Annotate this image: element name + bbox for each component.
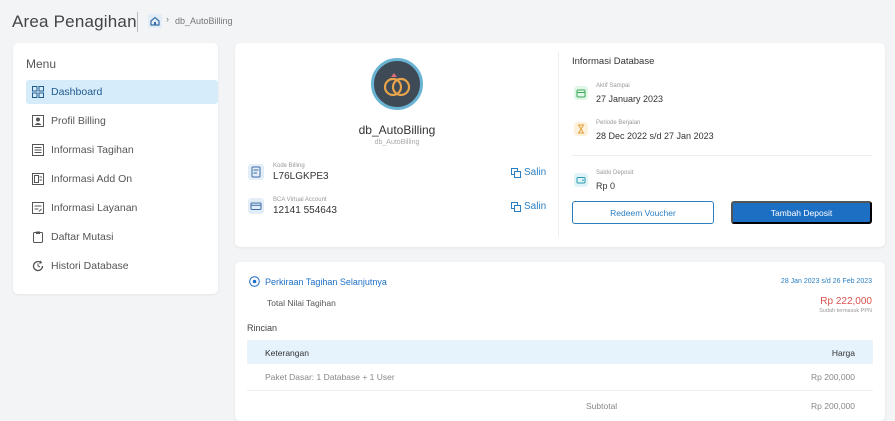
details-label: Rincian bbox=[247, 323, 278, 333]
copy-virtual-account-button[interactable]: Salin bbox=[511, 201, 546, 212]
copy-billing-code-button[interactable]: Salin bbox=[511, 167, 546, 178]
chevron-right-icon: › bbox=[166, 14, 169, 24]
billing-code-label: Kode Billing bbox=[273, 163, 305, 169]
sidebar-item-label: Histori Database bbox=[51, 260, 129, 272]
invoice-icon bbox=[32, 144, 44, 156]
subtotal-value: Rp 200,000 bbox=[811, 401, 855, 411]
sidebar-item-informasi-add-on[interactable]: Informasi Add On bbox=[26, 167, 218, 191]
sidebar-item-label: Dashboard bbox=[51, 86, 103, 98]
active-until-label: Aktif Sampai bbox=[596, 83, 630, 89]
row-description: Paket Dasar: 1 Database + 1 User bbox=[265, 372, 395, 382]
calendar-icon bbox=[574, 86, 588, 100]
add-deposit-button[interactable]: Tambah Deposit bbox=[731, 201, 872, 224]
sidebar-menu: Menu Dashboard Profil Billing Informasi … bbox=[13, 43, 218, 294]
subtotal-label: Subtotal bbox=[586, 401, 618, 411]
period-value: 28 Dec 2022 s/d 27 Jan 2023 bbox=[596, 131, 714, 141]
service-icon bbox=[32, 202, 44, 214]
total-note: Sudah termasuk PPN bbox=[819, 308, 872, 314]
estimate-period: 28 Jan 2023 s/d 26 Feb 2023 bbox=[780, 278, 872, 285]
title-divider bbox=[137, 12, 138, 32]
virtual-account-label: BCA Virtual Account bbox=[273, 197, 327, 203]
virtual-account-icon bbox=[248, 198, 264, 214]
row-divider bbox=[247, 390, 873, 391]
sidebar-item-label: Informasi Layanan bbox=[51, 202, 138, 214]
top-bar: Area Penagihan › db_AutoBilling bbox=[0, 0, 895, 42]
menu-title: Menu bbox=[26, 57, 57, 71]
sidebar-item-histori-database[interactable]: Histori Database bbox=[26, 254, 218, 278]
database-avatar bbox=[371, 58, 423, 110]
total-label: Total Nilai Tagihan bbox=[267, 298, 336, 308]
active-until-value: 27 January 2023 bbox=[596, 94, 664, 104]
redeem-voucher-button[interactable]: Redeem Voucher bbox=[572, 201, 714, 224]
database-info-title: Informasi Database bbox=[572, 56, 655, 67]
deposit-value: Rp 0 bbox=[596, 181, 616, 191]
deposit-label: Saldo Deposit bbox=[596, 170, 634, 176]
sidebar-item-informasi-tagihan[interactable]: Informasi Tagihan bbox=[26, 138, 218, 162]
database-subname: db_AutoBilling bbox=[374, 139, 420, 146]
billing-code-value: L76LGKPE3 bbox=[273, 171, 329, 182]
info-divider bbox=[572, 155, 872, 156]
sidebar-item-profil-billing[interactable]: Profil Billing bbox=[26, 109, 218, 133]
total-value: Rp 222,000 bbox=[820, 296, 872, 307]
copy-label: Salin bbox=[524, 167, 547, 178]
table-header bbox=[247, 340, 873, 364]
row-price: Rp 200,000 bbox=[811, 372, 855, 382]
column-header-description: Keterangan bbox=[265, 348, 309, 358]
copy-icon bbox=[511, 201, 521, 212]
copy-label: Salin bbox=[524, 201, 547, 212]
billing-code-icon bbox=[248, 164, 264, 180]
info-icon bbox=[249, 276, 260, 287]
sidebar-item-label: Informasi Add On bbox=[51, 173, 133, 185]
history-icon bbox=[32, 260, 44, 272]
wallet-icon bbox=[574, 173, 588, 187]
database-name: db_AutoBilling bbox=[358, 123, 436, 137]
sidebar-item-label: Profil Billing bbox=[51, 115, 106, 127]
home-icon[interactable] bbox=[148, 14, 162, 28]
column-divider bbox=[558, 52, 559, 237]
dashboard-icon bbox=[32, 86, 44, 98]
period-label: Periode Berjalan bbox=[596, 120, 641, 126]
rings-icon bbox=[383, 73, 411, 97]
sidebar-item-daftar-mutasi[interactable]: Daftar Mutasi bbox=[26, 225, 218, 249]
sidebar-item-informasi-layanan[interactable]: Informasi Layanan bbox=[26, 196, 218, 220]
virtual-account-value: 12141 554643 bbox=[273, 205, 337, 216]
breadcrumb-current: db_AutoBilling bbox=[175, 16, 233, 26]
estimate-title: Perkiraan Tagihan Selanjutnya bbox=[265, 277, 387, 287]
profile-icon bbox=[32, 115, 44, 127]
clipboard-icon bbox=[33, 231, 43, 243]
sidebar-item-label: Daftar Mutasi bbox=[51, 231, 114, 243]
page-title: Area Penagihan bbox=[12, 12, 137, 31]
addon-icon bbox=[32, 173, 44, 185]
sidebar-item-dashboard[interactable]: Dashboard bbox=[26, 80, 218, 104]
hourglass-icon bbox=[574, 122, 588, 136]
copy-icon bbox=[511, 167, 521, 178]
sidebar-item-label: Informasi Tagihan bbox=[51, 144, 134, 156]
column-header-price: Harga bbox=[831, 348, 855, 358]
